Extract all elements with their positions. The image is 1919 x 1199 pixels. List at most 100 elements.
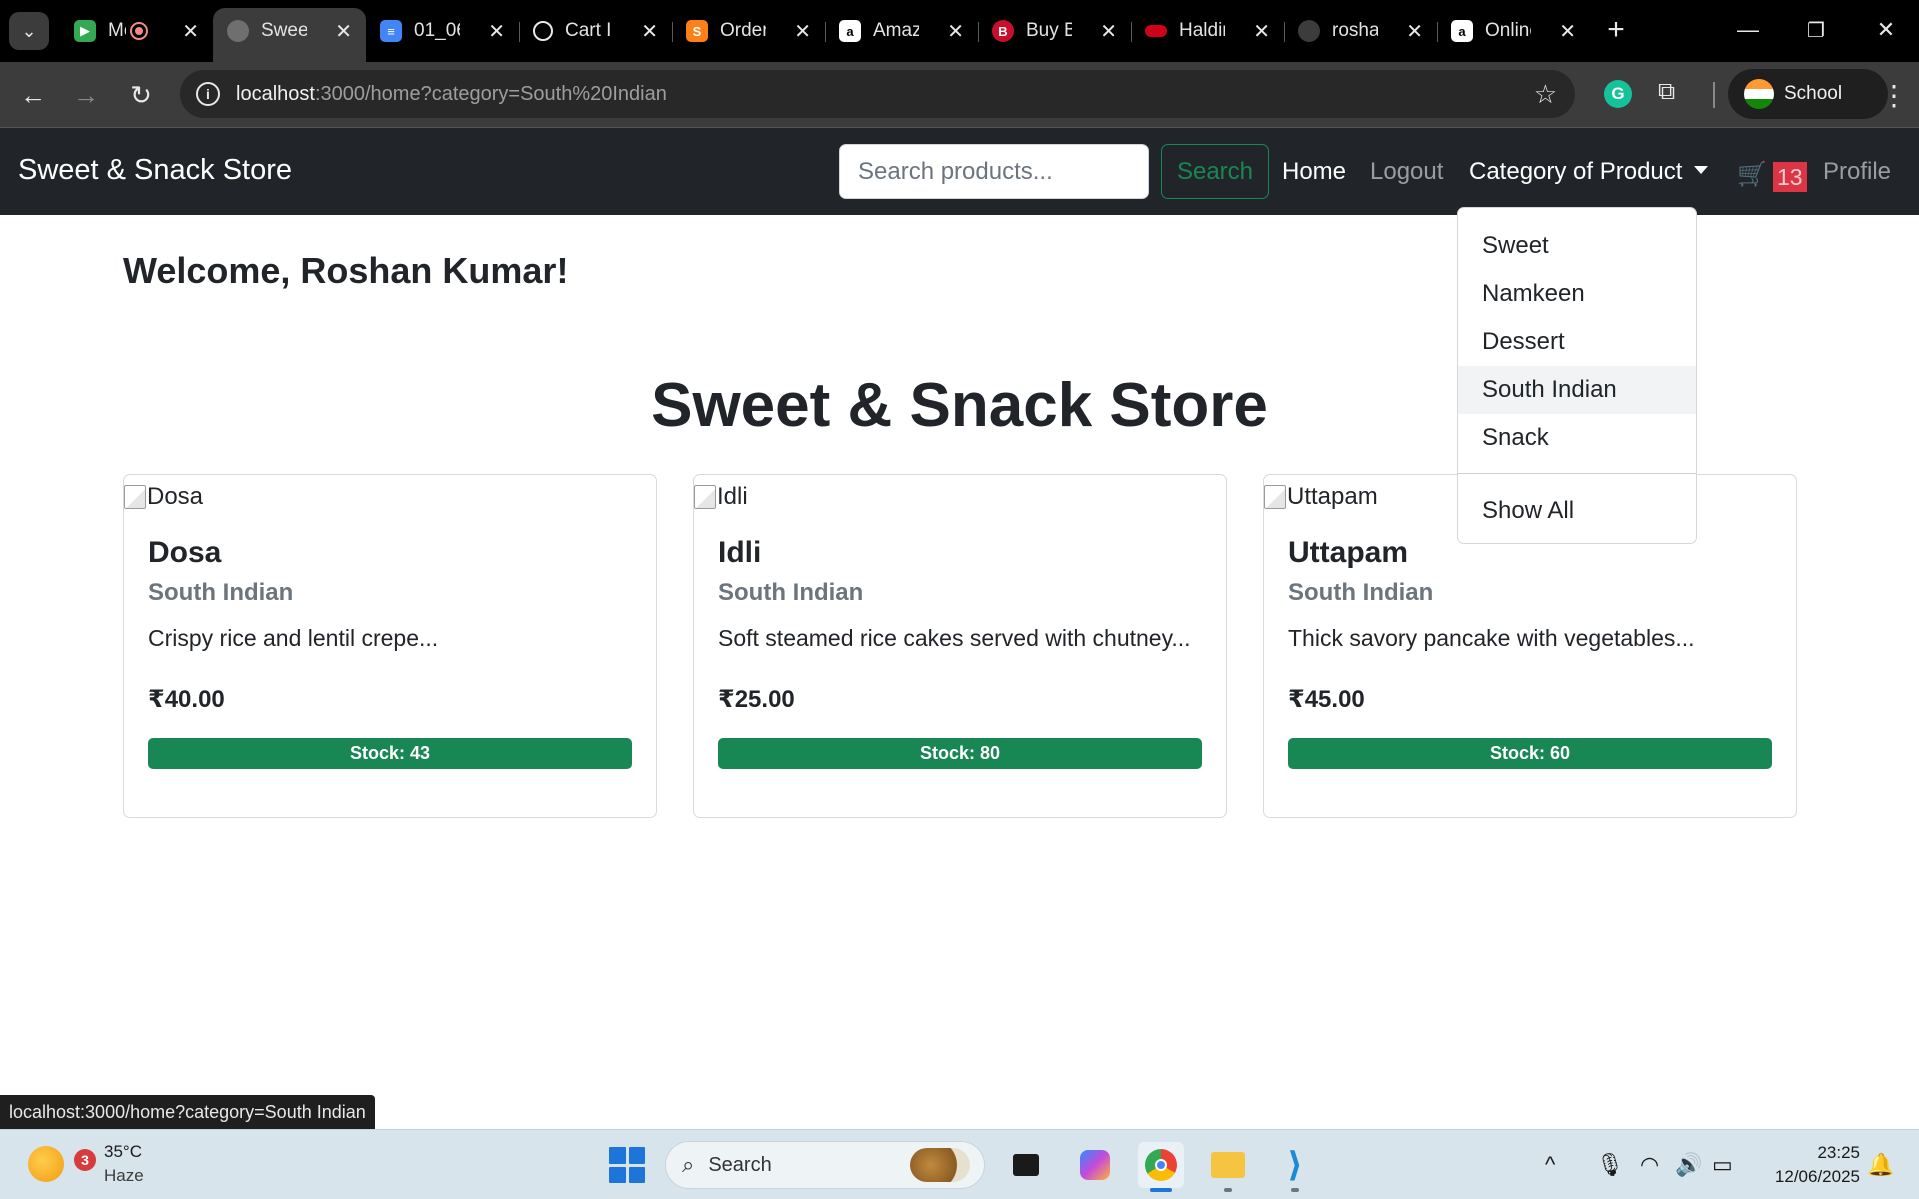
- github-icon: [1298, 20, 1320, 42]
- weather-text: 35°C Haze: [104, 1140, 144, 1188]
- microphone-icon[interactable]: 🎙: [1596, 1152, 1624, 1178]
- close-tab-icon[interactable]: ✕: [1100, 19, 1117, 44]
- product-card: Idli Idli South Indian Soft steamed rice…: [693, 474, 1227, 818]
- browser-tab-strip: ⌄ ▶ Meet ✕ Sweet & Snack Store ✕ ≡ 01_06…: [0, 0, 1919, 62]
- tab-title: Buy B: [1026, 20, 1072, 41]
- notifications-bell-icon[interactable]: 🔔: [1867, 1152, 1894, 1178]
- tab-search-chevron-icon[interactable]: ⌄: [9, 12, 49, 50]
- browser-tab[interactable]: ▶ Meet ✕: [60, 8, 214, 54]
- browser-menu-icon[interactable]: ⋮: [1874, 75, 1914, 115]
- amazon-icon: a: [839, 20, 861, 42]
- grammarly-extension-icon[interactable]: G: [1604, 80, 1632, 108]
- file-explorer-icon[interactable]: [1205, 1142, 1251, 1192]
- close-tab-icon[interactable]: ✕: [488, 19, 505, 44]
- nav-profile-link[interactable]: Profile: [1823, 158, 1891, 186]
- browser-tab[interactable]: ≡ 01_06 ✕: [366, 8, 520, 54]
- product-price: ₹25.00: [718, 686, 795, 713]
- openai-icon: [533, 21, 553, 41]
- close-tab-icon[interactable]: ✕: [1253, 19, 1270, 44]
- close-tab-icon[interactable]: ✕: [1559, 19, 1576, 44]
- tab-title: Order: [720, 20, 766, 41]
- dropdown-item-south-indian[interactable]: South Indian: [1458, 366, 1696, 414]
- category-dropdown-toggle[interactable]: Category of Product: [1469, 158, 1709, 186]
- site-info-icon[interactable]: i: [196, 82, 220, 106]
- weather-sun-icon: [28, 1146, 64, 1182]
- browser-tab-active[interactable]: Sweet & Snack Store ✕: [213, 8, 366, 62]
- image-alt-text: Idli: [717, 483, 748, 510]
- dropdown-item-show-all[interactable]: Show All: [1458, 487, 1696, 535]
- stock-badge: Stock: 60: [1288, 738, 1772, 769]
- product-category: South Indian: [718, 579, 864, 606]
- search-icon: ⌕: [682, 1152, 695, 1177]
- weather-condition: Haze: [104, 1166, 144, 1185]
- nav-logout-link[interactable]: Logout: [1370, 158, 1443, 186]
- weather-temperature: 35°C: [104, 1142, 142, 1161]
- copilot-icon[interactable]: [1072, 1142, 1118, 1188]
- windows-start-icon[interactable]: [609, 1147, 645, 1183]
- product-description: Thick savory pancake with vegetables...: [1288, 625, 1695, 651]
- profile-button[interactable]: School: [1728, 69, 1888, 119]
- close-tab-icon[interactable]: ✕: [1406, 19, 1423, 44]
- navbar-brand[interactable]: Sweet & Snack Store: [18, 154, 292, 187]
- product-image: Idli: [694, 483, 748, 511]
- volume-icon[interactable]: 🔊: [1675, 1152, 1702, 1178]
- task-view-icon[interactable]: [1003, 1142, 1049, 1188]
- reload-icon[interactable]: ↻: [121, 75, 161, 115]
- close-tab-icon[interactable]: ✕: [182, 19, 199, 44]
- image-alt-text: Uttapam: [1287, 483, 1378, 510]
- product-name: Uttapam: [1288, 536, 1409, 569]
- cart-icon[interactable]: 🛒: [1737, 160, 1767, 189]
- close-window-icon[interactable]: ✕: [1866, 10, 1906, 50]
- product-card: Dosa Dosa South Indian Crispy rice and l…: [123, 474, 657, 818]
- bookmark-star-icon[interactable]: ☆: [1534, 79, 1557, 110]
- browser-tab[interactable]: Haldiram ✕: [1131, 8, 1285, 54]
- close-tab-icon[interactable]: ✕: [335, 19, 352, 44]
- dropdown-item-sweet[interactable]: Sweet: [1458, 222, 1696, 270]
- wifi-icon[interactable]: ◠: [1640, 1152, 1659, 1178]
- dropdown-item-snack[interactable]: Snack: [1458, 414, 1696, 462]
- product-search-input[interactable]: [839, 144, 1149, 199]
- system-clock[interactable]: 23:25 12/06/2025: [1760, 1141, 1860, 1189]
- browser-tab[interactable]: B Buy B ✕: [978, 8, 1132, 54]
- close-tab-icon[interactable]: ✕: [794, 19, 811, 44]
- vscode-icon[interactable]: ⟩: [1272, 1142, 1318, 1192]
- minimize-icon[interactable]: —: [1728, 10, 1768, 50]
- browser-tab[interactable]: a Online ✕: [1437, 8, 1590, 54]
- close-tab-icon[interactable]: ✕: [947, 19, 964, 44]
- browser-tab[interactable]: a Amazon ✕: [825, 8, 979, 54]
- product-category: South Indian: [1288, 579, 1434, 606]
- tab-title: Online: [1485, 20, 1531, 41]
- extensions-puzzle-icon[interactable]: ⧉: [1658, 78, 1675, 106]
- url-text[interactable]: localhost:3000/home?category=South%20Ind…: [236, 83, 667, 106]
- browser-tab[interactable]: roshan ✕: [1284, 8, 1438, 54]
- tab-title: Meet: [108, 20, 126, 41]
- back-arrow-icon[interactable]: ←: [13, 75, 53, 115]
- nav-home-link[interactable]: Home: [1282, 158, 1346, 186]
- haldiram-icon: [1145, 25, 1167, 37]
- dropdown-item-namkeen[interactable]: Namkeen: [1458, 270, 1696, 318]
- search-button[interactable]: Search: [1161, 144, 1269, 199]
- cart-count-badge[interactable]: 13: [1773, 162, 1807, 192]
- tab-title: Haldiram: [1179, 20, 1225, 41]
- broken-image-icon: [124, 485, 146, 509]
- address-bar[interactable]: i localhost:3000/home?category=South%20I…: [180, 70, 1575, 118]
- tab-title: Amazon: [873, 20, 919, 41]
- battery-icon[interactable]: ▭: [1712, 1152, 1733, 1178]
- chrome-taskbar-icon[interactable]: [1138, 1142, 1184, 1192]
- dropdown-item-dessert[interactable]: Dessert: [1458, 318, 1696, 366]
- globe-icon: [227, 20, 249, 42]
- product-price: ₹40.00: [148, 686, 225, 713]
- close-tab-icon[interactable]: ✕: [641, 19, 658, 44]
- weather-notification-badge: 3: [74, 1149, 96, 1171]
- windows-taskbar: 3 35°C Haze ⌕ Search ⟩ ^ 🎙 ◠ 🔊 ▭ 23:25 1…: [0, 1129, 1919, 1199]
- browser-tab[interactable]: Cart Items ✕: [519, 8, 673, 54]
- weather-widget[interactable]: 3 35°C Haze: [28, 1140, 144, 1188]
- show-hidden-icons-chevron-icon[interactable]: ^: [1545, 1152, 1555, 1178]
- app-navbar: Sweet & Snack Store Search Home Logout C…: [0, 128, 1919, 215]
- browser-tab[interactable]: S Order ✕: [672, 8, 826, 54]
- forward-arrow-icon[interactable]: →: [66, 75, 106, 115]
- new-tab-plus-icon[interactable]: +: [1598, 12, 1634, 48]
- restore-icon[interactable]: ❐: [1796, 10, 1836, 50]
- link-status-bubble: localhost:3000/home?category=South India…: [0, 1095, 375, 1129]
- taskbar-search-box[interactable]: ⌕ Search: [665, 1141, 985, 1189]
